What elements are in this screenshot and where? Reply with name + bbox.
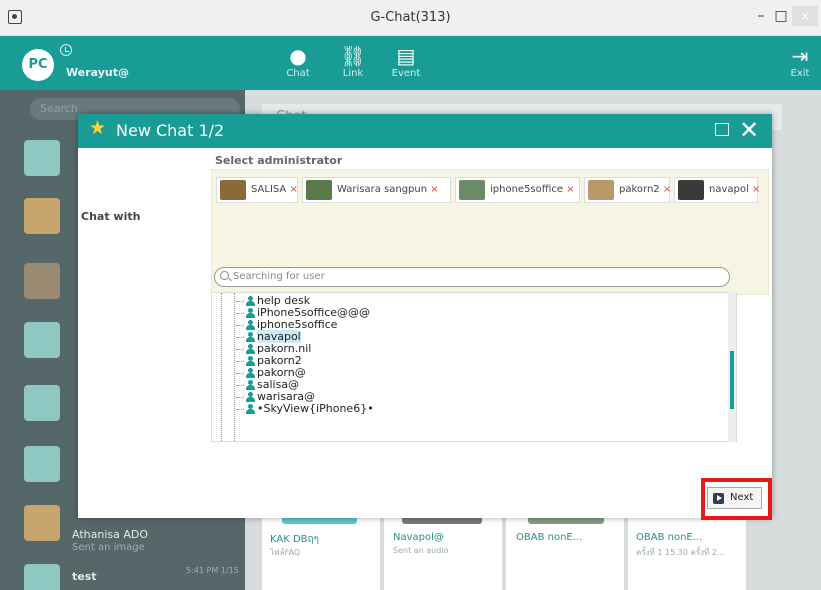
member-chip: pakorn2 ×	[584, 177, 671, 203]
member-avatar	[678, 180, 704, 200]
member-chip: SALISA ×	[216, 177, 298, 203]
user-icon	[246, 368, 255, 378]
user-icon	[246, 392, 255, 402]
next-button-highlight	[701, 478, 772, 520]
member-avatar	[220, 180, 246, 200]
chat-avatar[interactable]	[24, 263, 60, 299]
chat-item-name[interactable]: test	[72, 570, 97, 583]
user-icon	[246, 296, 255, 306]
window-title: G-Chat(313)	[370, 10, 451, 25]
new-chat-dialog: ★ New Chat 1/2 ✕ Select administrator Ch…	[78, 114, 772, 518]
user-tree: help desk iPhone5soffice@@@ iphone5soffi…	[211, 292, 737, 442]
chat-nav-label: Chat	[286, 68, 310, 79]
clock-icon	[60, 44, 72, 56]
exit-label: Exit	[790, 68, 810, 79]
card-sub: ครั้งที่ 1 15.30 ครั้งที่ 2...	[636, 548, 725, 557]
chat-avatar[interactable]	[24, 505, 60, 541]
card-sub: ไฟล์FAQ	[270, 548, 301, 557]
chat-nav-button[interactable]: ● Chat	[273, 44, 323, 79]
user-icon	[246, 344, 255, 354]
user-icon	[246, 332, 255, 342]
user-icon	[246, 356, 255, 366]
tree-user-item[interactable]: •SkyView{iPhone6}•	[236, 403, 374, 415]
chat-avatar[interactable]	[24, 198, 60, 234]
chat-bubble-icon: ●	[289, 44, 307, 68]
user-search-input[interactable]: Searching for user	[214, 267, 730, 287]
minimize-button[interactable]: –	[751, 6, 771, 26]
chat-avatar[interactable]	[24, 446, 60, 482]
member-chip-label: Warisara sangpun	[337, 184, 428, 195]
member-avatar	[459, 180, 485, 200]
card-name: KAK DBฤๆ	[270, 534, 319, 545]
user-icon	[246, 404, 255, 414]
member-chip: navapol ×	[674, 177, 760, 203]
close-button[interactable]: ×	[792, 6, 818, 26]
member-chip-label: iphone5soffice	[490, 184, 564, 195]
member-chip: Warisara sangpun ×	[302, 177, 451, 203]
chat-item-preview: Sent an image	[72, 542, 145, 553]
member-chip: iphone5soffice ×	[455, 177, 580, 203]
event-nav-button[interactable]: ▤ Event	[381, 44, 431, 79]
chat-avatar[interactable]	[24, 385, 60, 421]
member-chip-label: SALISA	[251, 184, 287, 195]
chat-avatar[interactable]	[24, 322, 60, 358]
remove-chip-button[interactable]: ×	[663, 184, 671, 195]
link-nav-button[interactable]: ⛓ Link	[328, 44, 378, 79]
exit-icon: ⇥	[791, 44, 809, 68]
user-icon	[246, 308, 255, 318]
chat-item-name[interactable]: Athanisa ADO	[72, 528, 148, 541]
title-bar: G-Chat(313) – □ ×	[0, 0, 821, 36]
link-icon: ⛓	[340, 44, 366, 68]
chat-avatar[interactable]	[24, 140, 60, 176]
username: Werayut@	[66, 66, 129, 79]
remove-chip-button[interactable]: ×	[430, 184, 438, 195]
chat-item-time: 5:41 PM 1/15	[186, 566, 239, 575]
member-avatar	[588, 180, 614, 200]
member-chip-label: navapol	[709, 184, 749, 195]
tree-scroll-thumb[interactable]	[730, 351, 734, 409]
dialog-close-button[interactable]: ✕	[739, 115, 759, 145]
event-nav-label: Event	[391, 68, 421, 79]
exit-button[interactable]: ⇥ Exit	[775, 44, 821, 79]
remove-chip-button[interactable]: ×	[752, 184, 760, 195]
tree-line	[221, 293, 222, 441]
maximize-button[interactable]: □	[771, 6, 791, 26]
select-administrator-label: Select administrator	[215, 154, 343, 167]
star-icon: ★	[89, 117, 107, 139]
dialog-maximize-button[interactable]	[715, 123, 729, 136]
tree-line	[234, 293, 235, 441]
card-sub: Sent an audio	[393, 546, 449, 555]
card-name: Navapol@	[393, 532, 444, 543]
member-chip-label: pakorn2	[619, 184, 660, 195]
search-icon	[220, 271, 229, 280]
user-search-placeholder: Searching for user	[233, 271, 325, 282]
user-icon	[246, 380, 255, 390]
dialog-title: New Chat 1/2	[116, 121, 225, 140]
card-name: OBAB nonE...	[636, 532, 703, 543]
user-icon	[246, 320, 255, 330]
calendar-icon: ▤	[396, 44, 416, 68]
remove-chip-button[interactable]: ×	[566, 184, 574, 195]
user-avatar[interactable]: PC	[22, 49, 54, 81]
link-nav-label: Link	[342, 68, 364, 79]
remove-chip-button[interactable]: ×	[289, 184, 297, 195]
chat-avatar[interactable]	[24, 564, 60, 590]
card-name: OBAB nonE...	[516, 532, 583, 543]
chat-with-label: Chat with	[81, 210, 141, 223]
member-avatar	[306, 180, 332, 200]
